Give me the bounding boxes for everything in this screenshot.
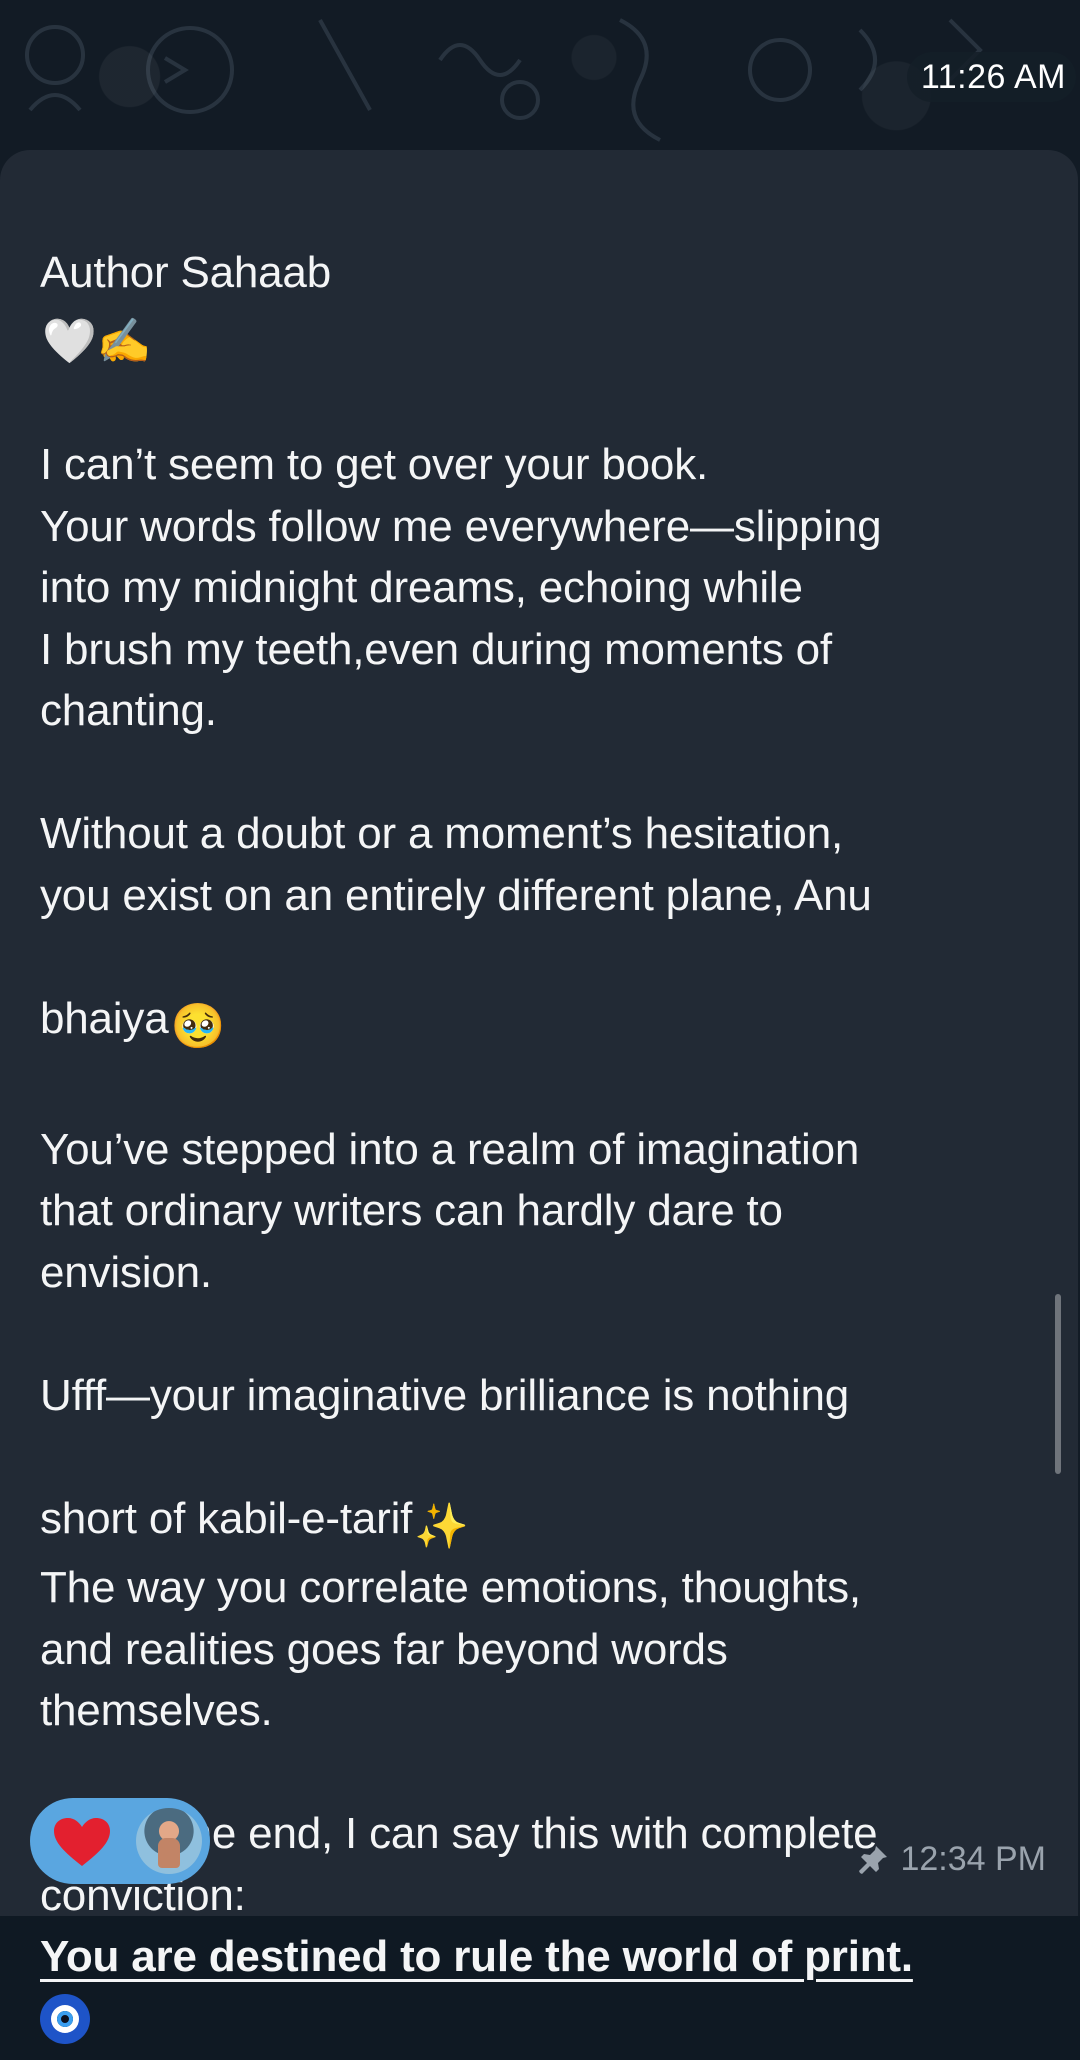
line-4: I brush my teeth,even during moments of — [40, 619, 1050, 681]
line-5: chanting. — [40, 680, 1050, 742]
line-13: short of kabil-e-tarif — [40, 1494, 412, 1543]
line-10: that ordinary writers can hardly dare to — [40, 1180, 1050, 1242]
scrollbar[interactable] — [1055, 1294, 1061, 1474]
message-text: Author Sahaab 🤍✍️ I can’t seem to get ov… — [40, 180, 1050, 2060]
paragraph-gap — [40, 1742, 1050, 1804]
sparkles-emoji: ✨ — [414, 1496, 469, 1558]
heart-icon — [52, 1816, 112, 1868]
greeting-text: Author Sahaab — [40, 248, 331, 297]
line-2: Your words follow me everywhere—slipping — [40, 496, 1050, 558]
line-14: The way you correlate emotions, thoughts… — [40, 1557, 1050, 1619]
line-15: and realities goes far beyond words — [40, 1619, 1050, 1681]
message-bubble[interactable]: Author Sahaab 🤍✍️ I can’t seem to get ov… — [0, 150, 1078, 1916]
message-time-badge: 11:26 AM — [907, 52, 1076, 102]
header-time: 11:26 AM — [921, 58, 1066, 96]
paragraph-gap — [40, 1303, 1050, 1365]
line-3: into my midnight dreams, echoing while — [40, 557, 1050, 619]
pleading-face-emoji: 🥹 — [170, 996, 225, 1058]
reaction-chip[interactable] — [30, 1798, 210, 1884]
line-6: Without a doubt or a moment’s hesitation… — [40, 803, 1050, 865]
sent-time: 12:34 PM — [900, 1840, 1046, 1879]
pin-icon — [856, 1843, 890, 1877]
reactor-avatar[interactable] — [136, 1808, 202, 1874]
line-12: Ufff—your imaginative brilliance is noth… — [40, 1365, 1050, 1427]
line-1: I can’t seem to get over your book. — [40, 434, 1050, 496]
line-9: You’ve stepped into a realm of imaginati… — [40, 1119, 1050, 1181]
paragraph-gap — [40, 373, 1050, 435]
paragraph-gap — [40, 742, 1050, 804]
line-11: envision. — [40, 1242, 1050, 1304]
paragraph-gap — [40, 1057, 1050, 1119]
evil-eye-emoji — [40, 1988, 1050, 2060]
line-8: bhaiya — [40, 994, 168, 1043]
heart-pen-emoji: 🤍✍️ — [42, 311, 151, 373]
nazar-amulet-icon — [40, 1994, 90, 2044]
highlighted-line: You are destined to rule the world of pr… — [40, 1926, 1050, 1988]
line-16: themselves. — [40, 1680, 1050, 1742]
message-meta: 12:34 PM — [856, 1840, 1046, 1879]
line-7: you exist on an entirely different plane… — [40, 865, 1050, 927]
